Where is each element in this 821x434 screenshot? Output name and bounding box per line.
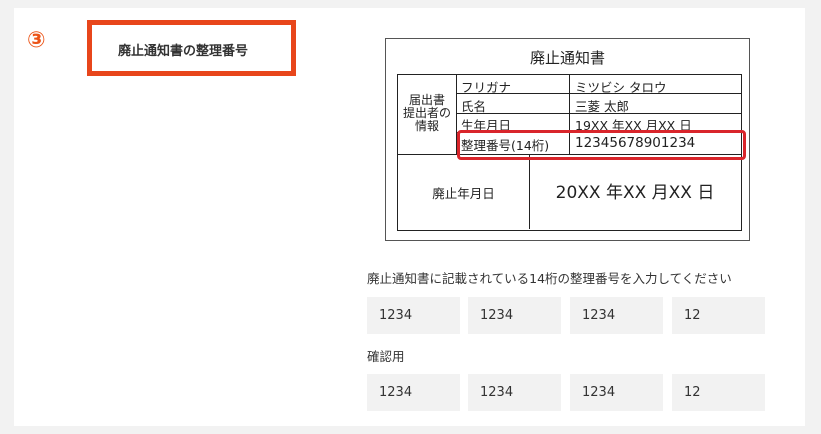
confirm-label: 確認用 xyxy=(367,349,405,364)
confirm-input-4[interactable] xyxy=(672,374,765,411)
row-value: 三菱 太郎 xyxy=(575,99,629,114)
abolition-date-label: 廃止年月日 xyxy=(432,186,495,201)
field-label: 廃止通知書の整理番号 xyxy=(118,44,249,59)
serial-number-input-3[interactable] xyxy=(570,297,663,334)
confirm-input-2[interactable] xyxy=(468,374,561,411)
confirm-input-1[interactable] xyxy=(367,374,460,411)
row-field: 氏名 xyxy=(461,99,487,114)
row-field: フリガナ xyxy=(461,80,512,95)
serial-number-highlight xyxy=(457,130,746,160)
section-label: 届出書 提出者の 情報 xyxy=(402,93,451,133)
abolition-date-value: 20XX 年XX 月XX 日 xyxy=(555,183,715,203)
serial-number-input-2[interactable] xyxy=(468,297,561,334)
instruction-text: 廃止通知書に記載されている14桁の整理番号を入力してください xyxy=(367,271,732,286)
confirm-input-3[interactable] xyxy=(570,374,663,411)
serial-number-input-1[interactable] xyxy=(367,297,460,334)
document-title: 廃止通知書 xyxy=(529,49,605,67)
row-value: ミツビシ タロウ xyxy=(575,80,667,95)
serial-number-input-4[interactable] xyxy=(672,297,765,334)
step-number: ③ xyxy=(27,28,46,53)
